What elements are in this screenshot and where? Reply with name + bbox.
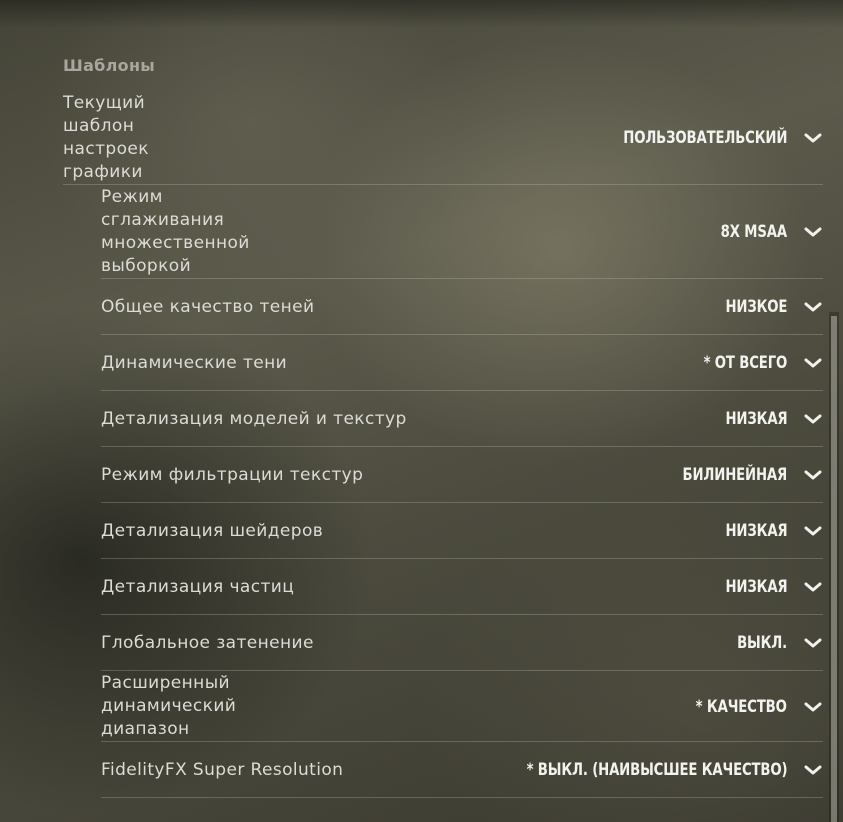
setting-value: ВЫКЛ. [737, 633, 787, 653]
scrollbar-thumb[interactable] [831, 316, 837, 822]
ambient-occlusion-dropdown[interactable]: ВЫКЛ. [723, 633, 823, 653]
setting-row-model-texture-detail[interactable]: Детализация моделей и текстур НИЗКАЯ [101, 391, 823, 447]
setting-label: Детализация моделей и текстур [101, 408, 407, 429]
chevron-down-icon[interactable] [803, 524, 823, 538]
fsr-dropdown[interactable]: * ВЫКЛ. (НАИВЫСШЕЕ КАЧЕСТВО) [453, 760, 823, 780]
shader-detail-dropdown[interactable]: НИЗКАЯ [708, 521, 823, 541]
chevron-down-icon[interactable] [803, 700, 823, 714]
setting-row-hdr[interactable]: Расширенный динамический диапазон * КАЧЕ… [101, 671, 823, 742]
setting-label: Режим фильтрации текстур [101, 464, 364, 485]
setting-row-shader-detail[interactable]: Детализация шейдеров НИЗКАЯ [101, 503, 823, 559]
setting-label: Режим сглаживания множественной выборкой [101, 187, 250, 276]
chevron-down-icon[interactable] [803, 636, 823, 650]
msaa-dropdown[interactable]: 8X MSAA [702, 222, 823, 242]
section-title: Шаблоны [63, 56, 156, 75]
top-shadow [0, 0, 843, 28]
chevron-down-icon[interactable] [803, 763, 823, 777]
chevron-down-icon[interactable] [803, 412, 823, 426]
setting-label: Общее качество теней [101, 296, 315, 317]
preset-dropdown[interactable]: ПОЛЬЗОВАТЕЛЬСКИЙ [577, 128, 823, 148]
setting-row-particle-detail[interactable]: Детализация частиц НИЗКАЯ [101, 559, 823, 615]
setting-row-preset[interactable]: Текущий шаблон настроек графики ПОЛЬЗОВА… [63, 90, 823, 185]
setting-value: 8X MSAA [720, 222, 787, 242]
setting-label: Динамические тени [101, 352, 288, 373]
setting-value: НИЗКАЯ [725, 409, 787, 429]
setting-label: Текущий шаблон настроек графики [63, 92, 149, 182]
setting-row-shadow-quality[interactable]: Общее качество теней НИЗКОЕ [101, 279, 823, 335]
setting-value: НИЗКАЯ [725, 521, 787, 541]
setting-value: БИЛИНЕЙНАЯ [682, 465, 787, 485]
chevron-down-icon[interactable] [803, 356, 823, 370]
setting-label: Глобальное затенение [101, 632, 314, 653]
setting-row-dynamic-shadows[interactable]: Динамические тени * ОТ ВСЕГО [101, 335, 823, 391]
model-texture-detail-dropdown[interactable]: НИЗКАЯ [708, 409, 823, 429]
setting-label: Расширенный динамический диапазон [101, 673, 237, 739]
setting-row-texture-filtering[interactable]: Режим фильтрации текстур БИЛИНЕЙНАЯ [101, 447, 823, 503]
chevron-down-icon[interactable] [803, 131, 823, 145]
setting-label: Детализация частиц [101, 576, 295, 597]
dynamic-shadows-dropdown[interactable]: * ОТ ВСЕГО [680, 353, 823, 373]
setting-row-msaa[interactable]: Режим сглаживания множественной выборкой… [101, 185, 823, 279]
setting-label: FidelityFX Super Resolution [101, 759, 344, 780]
setting-row-fsr[interactable]: FidelityFX Super Resolution * ВЫКЛ. (НАИ… [101, 742, 823, 798]
setting-value: * КАЧЕСТВО [695, 696, 787, 717]
chevron-down-icon[interactable] [803, 580, 823, 594]
texture-filtering-dropdown[interactable]: БИЛИНЕЙНАЯ [653, 465, 823, 485]
setting-value: * ВЫКЛ. (НАИВЫСШЕЕ КАЧЕСТВО) [526, 760, 787, 780]
shadow-quality-dropdown[interactable]: НИЗКОЕ [708, 297, 823, 317]
row-divider [101, 797, 823, 798]
setting-value: ПОЛЬЗОВАТЕЛЬСКИЙ [622, 127, 787, 148]
setting-label: Детализация шейдеров [101, 520, 324, 541]
setting-value: НИЗКОЕ [725, 297, 787, 317]
setting-value: НИЗКАЯ [725, 577, 787, 597]
chevron-down-icon[interactable] [803, 468, 823, 482]
setting-value: * ОТ ВСЕГО [703, 353, 787, 373]
chevron-down-icon[interactable] [803, 225, 823, 239]
particle-detail-dropdown[interactable]: НИЗКАЯ [708, 577, 823, 597]
setting-row-ambient-occlusion[interactable]: Глобальное затенение ВЫКЛ. [101, 615, 823, 671]
chevron-down-icon[interactable] [803, 300, 823, 314]
hdr-dropdown[interactable]: * КАЧЕСТВО [670, 697, 823, 717]
